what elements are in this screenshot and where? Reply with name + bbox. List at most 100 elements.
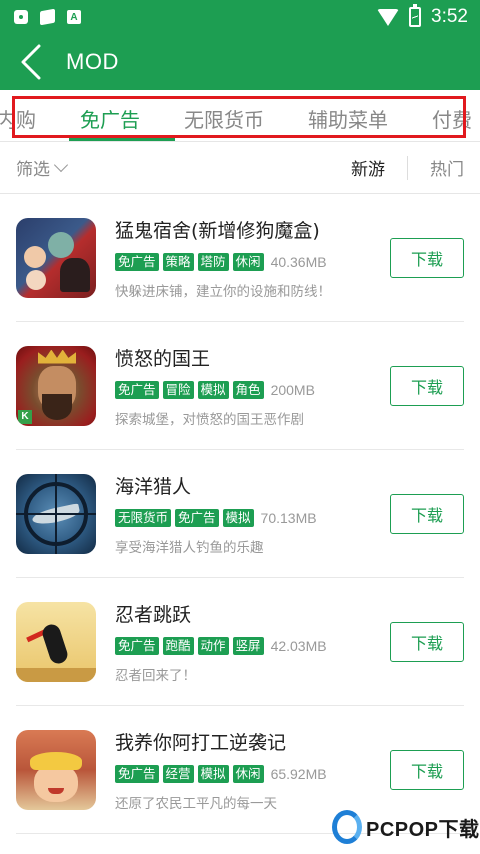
status-clock: 3:52 xyxy=(431,6,468,27)
app-icon-ghost-dorm[interactable] xyxy=(16,217,96,298)
status-right-icons: 3:52 xyxy=(377,4,468,28)
list-item[interactable]: 忍者跳跃 免广告 跑酷 动作 竖屏 42.03MB 忍者回来了！ 下载 xyxy=(16,578,464,706)
app-icon-angry-king[interactable]: K xyxy=(16,345,96,426)
app-icon-ocean-hunter[interactable] xyxy=(16,473,96,554)
category-tabs: 无内购 免广告 无限货币 辅助菜单 付费 xyxy=(0,90,480,142)
a-notification-icon: A xyxy=(67,10,81,24)
app-name[interactable]: 猛鬼宿舍(新增修狗魔盒) xyxy=(115,216,375,243)
app-description: 享受海洋猎人钓鱼的乐趣 xyxy=(115,539,264,556)
filter-row: 筛选 新游 热门 xyxy=(0,142,480,194)
app-description: 忍者回来了！ xyxy=(115,667,196,684)
app-meta: 无限货币 免广告 模拟 70.13MB xyxy=(115,508,375,527)
app-name[interactable]: 海洋猎人 xyxy=(115,472,375,499)
list-item[interactable]: K 愤怒的国王 免广告 冒险 模拟 角色 200MB 探索城堡，对愤怒的国王恶作… xyxy=(16,322,464,450)
app-meta: 免广告 经营 模拟 休闲 65.92MB xyxy=(115,764,375,783)
app-description: 探索城堡，对愤怒的国王恶作剧 xyxy=(115,411,304,428)
icon-art xyxy=(48,787,64,794)
back-button[interactable] xyxy=(16,42,46,82)
icon-art xyxy=(60,257,90,292)
app-meta: 免广告 策略 塔防 休闲 40.36MB xyxy=(115,252,375,271)
filter-dropdown[interactable]: 筛选 xyxy=(16,155,69,180)
list-item[interactable]: 海洋猎人 无限货币 免广告 模拟 70.13MB 享受海洋猎人钓鱼的乐趣 下载 xyxy=(16,450,464,578)
app-icon-ninja-jump[interactable] xyxy=(16,601,96,682)
app-list: 猛鬼宿舍(新增修狗魔盒) 免广告 策略 塔防 休闲 40.36MB 快躲进床铺，… xyxy=(0,194,480,834)
app-size: 42.03MB xyxy=(270,637,327,654)
icon-art xyxy=(26,269,46,290)
app-tag: 冒险 xyxy=(162,380,194,399)
app-tag: 竖屏 xyxy=(232,636,264,655)
status-bar: A 3:52 xyxy=(0,0,480,34)
map-icon xyxy=(40,8,55,26)
app-name[interactable]: 愤怒的国王 xyxy=(115,344,375,371)
icon-art xyxy=(48,231,74,258)
icon-art xyxy=(42,393,72,420)
app-tag: 免广告 xyxy=(115,764,159,783)
hard-hat-icon xyxy=(30,751,82,770)
watermark: PCPOP下载 xyxy=(332,810,480,844)
app-header: MOD xyxy=(0,34,480,90)
status-left-icons: A xyxy=(14,8,81,26)
app-tag: 免广告 xyxy=(115,636,159,655)
app-tag: 免广告 xyxy=(175,508,219,527)
download-button[interactable]: 下载 xyxy=(390,622,464,662)
app-tag: 休闲 xyxy=(232,252,264,271)
list-item[interactable]: 猛鬼宿舍(新增修狗魔盒) 免广告 策略 塔防 休闲 40.36MB 快躲进床铺，… xyxy=(16,194,464,322)
filter-label: 筛选 xyxy=(16,160,50,180)
app-tag: 模拟 xyxy=(197,764,229,783)
download-button[interactable]: 下载 xyxy=(390,494,464,534)
app-tag: 免广告 xyxy=(115,380,159,399)
app-info: 猛鬼宿舍(新增修狗魔盒) 免广告 策略 塔防 休闲 40.36MB 快躲进床铺，… xyxy=(115,216,375,300)
app-size: 65.92MB xyxy=(270,765,327,782)
app-name[interactable]: 忍者跳跃 xyxy=(115,600,375,627)
scope-ring-icon xyxy=(24,481,88,546)
app-size: 200MB xyxy=(270,381,315,398)
icon-art xyxy=(24,245,46,268)
app-tag: 动作 xyxy=(197,636,229,655)
download-button[interactable]: 下载 xyxy=(390,366,464,406)
app-description: 快躲进床铺，建立你的设施和防线！ xyxy=(115,283,331,300)
app-tag: 无限货币 xyxy=(115,508,172,527)
app-tag: 角色 xyxy=(232,380,264,399)
app-tag: 策略 xyxy=(162,252,194,271)
tab-paid[interactable]: 付费 xyxy=(432,104,472,133)
sort-new-games[interactable]: 新游 xyxy=(329,155,407,180)
app-tag: 跑酷 xyxy=(162,636,194,655)
app-info: 我养你阿打工逆袭记 免广告 经营 模拟 休闲 65.92MB 还原了农民工平凡的… xyxy=(115,728,375,812)
tab-unlimited-currency[interactable]: 无限货币 xyxy=(184,104,264,133)
icon-art xyxy=(16,667,96,682)
chevron-down-icon xyxy=(53,157,69,172)
tab-no-iap[interactable]: 无内购 xyxy=(0,104,36,133)
app-tag: 经营 xyxy=(162,764,194,783)
app-icon-worker[interactable] xyxy=(16,729,96,810)
app-tag: 休闲 xyxy=(232,764,264,783)
app-name[interactable]: 我养你阿打工逆袭记 xyxy=(115,728,375,755)
download-button[interactable]: 下载 xyxy=(390,238,464,278)
sort-popular[interactable]: 热门 xyxy=(408,155,464,180)
tab-assist-menu[interactable]: 辅助菜单 xyxy=(308,104,388,133)
watermark-text: PCPOP下载 xyxy=(366,818,480,841)
tab-ad-free[interactable]: 免广告 xyxy=(80,104,140,133)
sort-options: 新游 热门 xyxy=(329,155,464,180)
app-tag: 免广告 xyxy=(115,252,159,271)
battery-charging-icon xyxy=(409,4,422,27)
pcpop-logo-icon xyxy=(332,810,362,844)
app-tag: 模拟 xyxy=(222,508,254,527)
chevron-left-icon xyxy=(21,44,41,80)
app-info: 忍者跳跃 免广告 跑酷 动作 竖屏 42.03MB 忍者回来了！ xyxy=(115,600,375,684)
app-meta: 免广告 跑酷 动作 竖屏 42.03MB xyxy=(115,636,375,655)
app-size: 70.13MB xyxy=(260,509,317,526)
app-tag: 塔防 xyxy=(197,252,229,271)
active-tab-indicator xyxy=(69,137,175,141)
app-description: 还原了农民工平凡的每一天 xyxy=(115,795,277,812)
lock-icon xyxy=(14,10,28,24)
wifi-icon xyxy=(377,8,400,26)
tabs-row: 无内购 免广告 无限货币 辅助菜单 付费 xyxy=(0,104,472,133)
app-info: 海洋猎人 无限货币 免广告 模拟 70.13MB 享受海洋猎人钓鱼的乐趣 xyxy=(115,472,375,556)
app-tag: 模拟 xyxy=(197,380,229,399)
app-meta: 免广告 冒险 模拟 角色 200MB xyxy=(115,380,375,399)
download-button[interactable]: 下载 xyxy=(390,750,464,790)
app-size: 40.36MB xyxy=(270,253,327,270)
crown-icon xyxy=(38,349,76,364)
k-badge-icon: K xyxy=(18,409,32,424)
page-title: MOD xyxy=(66,49,119,74)
